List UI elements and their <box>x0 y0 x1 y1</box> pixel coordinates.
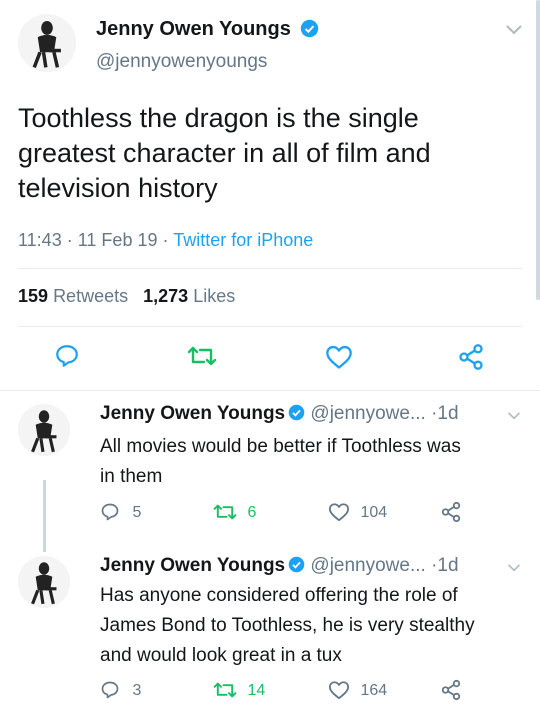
share-icon[interactable] <box>457 343 485 371</box>
share-action[interactable] <box>440 679 462 706</box>
heart-icon <box>328 681 349 700</box>
tweet-age[interactable]: 1d <box>437 555 458 576</box>
author-handle[interactable]: @jennyowe... <box>310 555 425 576</box>
author-handle[interactable]: @jennyowenyoungs <box>96 51 267 73</box>
verified-badge-icon <box>288 556 305 573</box>
reply-text: All movies would be better if Toothless … <box>100 432 520 492</box>
chevron-down-icon[interactable] <box>507 563 521 573</box>
tweet-text-line: television history <box>18 173 218 203</box>
like-action[interactable]: 104 <box>328 502 387 522</box>
reply-icon <box>101 681 119 699</box>
retweet-count: 6 <box>247 504 257 521</box>
heart-icon <box>328 503 349 522</box>
retweet-count: 14 <box>247 682 266 699</box>
retweet-icon <box>213 504 237 520</box>
reply-text-line: in them <box>100 466 163 487</box>
dot-separator: · <box>162 230 169 250</box>
reply-action[interactable]: 3 <box>100 680 141 700</box>
chevron-down-icon[interactable] <box>507 411 521 421</box>
like-count: 164 <box>360 682 388 699</box>
tweet-meta: 11:43 · 11 Feb 19 · Twitter for iPhone <box>18 230 313 251</box>
like-count: 104 <box>360 504 388 521</box>
reply-action[interactable]: 5 <box>100 502 141 522</box>
divider <box>18 268 522 269</box>
reply-count: 3 <box>132 682 142 699</box>
reply-icon <box>101 503 119 521</box>
thread-line <box>43 480 46 552</box>
share-icon <box>441 501 461 523</box>
likes-stat[interactable]: 1,273 Likes <box>143 286 235 306</box>
section-divider <box>0 390 540 391</box>
reply-icon[interactable] <box>54 343 80 369</box>
share-icon <box>441 679 461 701</box>
retweet-action[interactable]: 14 <box>213 680 265 700</box>
heart-icon[interactable] <box>325 344 353 370</box>
reply-header: Jenny Owen Youngs @jennyowe... ·1d <box>100 555 459 577</box>
tweet-source-link[interactable]: Twitter for iPhone <box>173 230 313 250</box>
tweet-text: Toothless the dragon is the single great… <box>18 101 518 206</box>
reply-text-line: Has anyone considered offering the role … <box>100 585 458 606</box>
author-handle[interactable]: @jennyowe... <box>310 403 425 424</box>
retweets-label: Retweets <box>53 286 129 306</box>
retweet-action[interactable]: 6 <box>213 502 256 522</box>
retweets-stat[interactable]: 159 Retweets <box>18 286 133 306</box>
likes-label: Likes <box>193 286 236 306</box>
share-action[interactable] <box>440 501 462 528</box>
avatar[interactable] <box>18 404 70 456</box>
reply-count: 5 <box>132 504 142 521</box>
tweet-text-line: Toothless the dragon is the single <box>18 103 419 133</box>
reply-text-line: and would look great in a tux <box>100 645 342 666</box>
divider <box>18 326 522 327</box>
reply-text-line: All movies would be better if Toothless … <box>100 436 461 457</box>
author-name-text[interactable]: Jenny Owen Youngs <box>96 18 291 40</box>
avatar[interactable] <box>18 556 70 608</box>
retweets-count: 159 <box>18 286 49 306</box>
reply-text-line: James Bond to Toothless, he is very stea… <box>100 615 475 636</box>
author-name[interactable]: Jenny Owen Youngs <box>96 18 319 41</box>
avatar[interactable] <box>18 14 76 72</box>
dot-separator: · <box>66 230 73 250</box>
tweet-date[interactable]: 11 Feb 19 <box>78 230 158 250</box>
chevron-down-icon[interactable] <box>505 24 523 36</box>
tweet-stats: 159 Retweets 1,273 Likes <box>18 286 235 307</box>
tweet-age[interactable]: 1d <box>437 403 458 424</box>
tweet-text-line: greatest character in all of film and <box>18 138 431 168</box>
reply-text: Has anyone considered offering the role … <box>100 581 530 671</box>
retweet-icon <box>213 682 237 698</box>
likes-count: 1,273 <box>143 286 189 306</box>
like-action[interactable]: 164 <box>328 680 387 700</box>
tweet-time[interactable]: 11:43 <box>18 230 62 250</box>
verified-badge-icon <box>288 404 305 421</box>
author-name[interactable]: Jenny Owen Youngs <box>100 555 285 576</box>
verified-badge-icon <box>301 19 319 38</box>
author-name[interactable]: Jenny Owen Youngs <box>100 403 285 424</box>
retweet-icon[interactable] <box>187 344 217 368</box>
reply-header: Jenny Owen Youngs @jennyowe... ·1d <box>100 403 459 425</box>
scrollbar[interactable] <box>536 0 540 300</box>
